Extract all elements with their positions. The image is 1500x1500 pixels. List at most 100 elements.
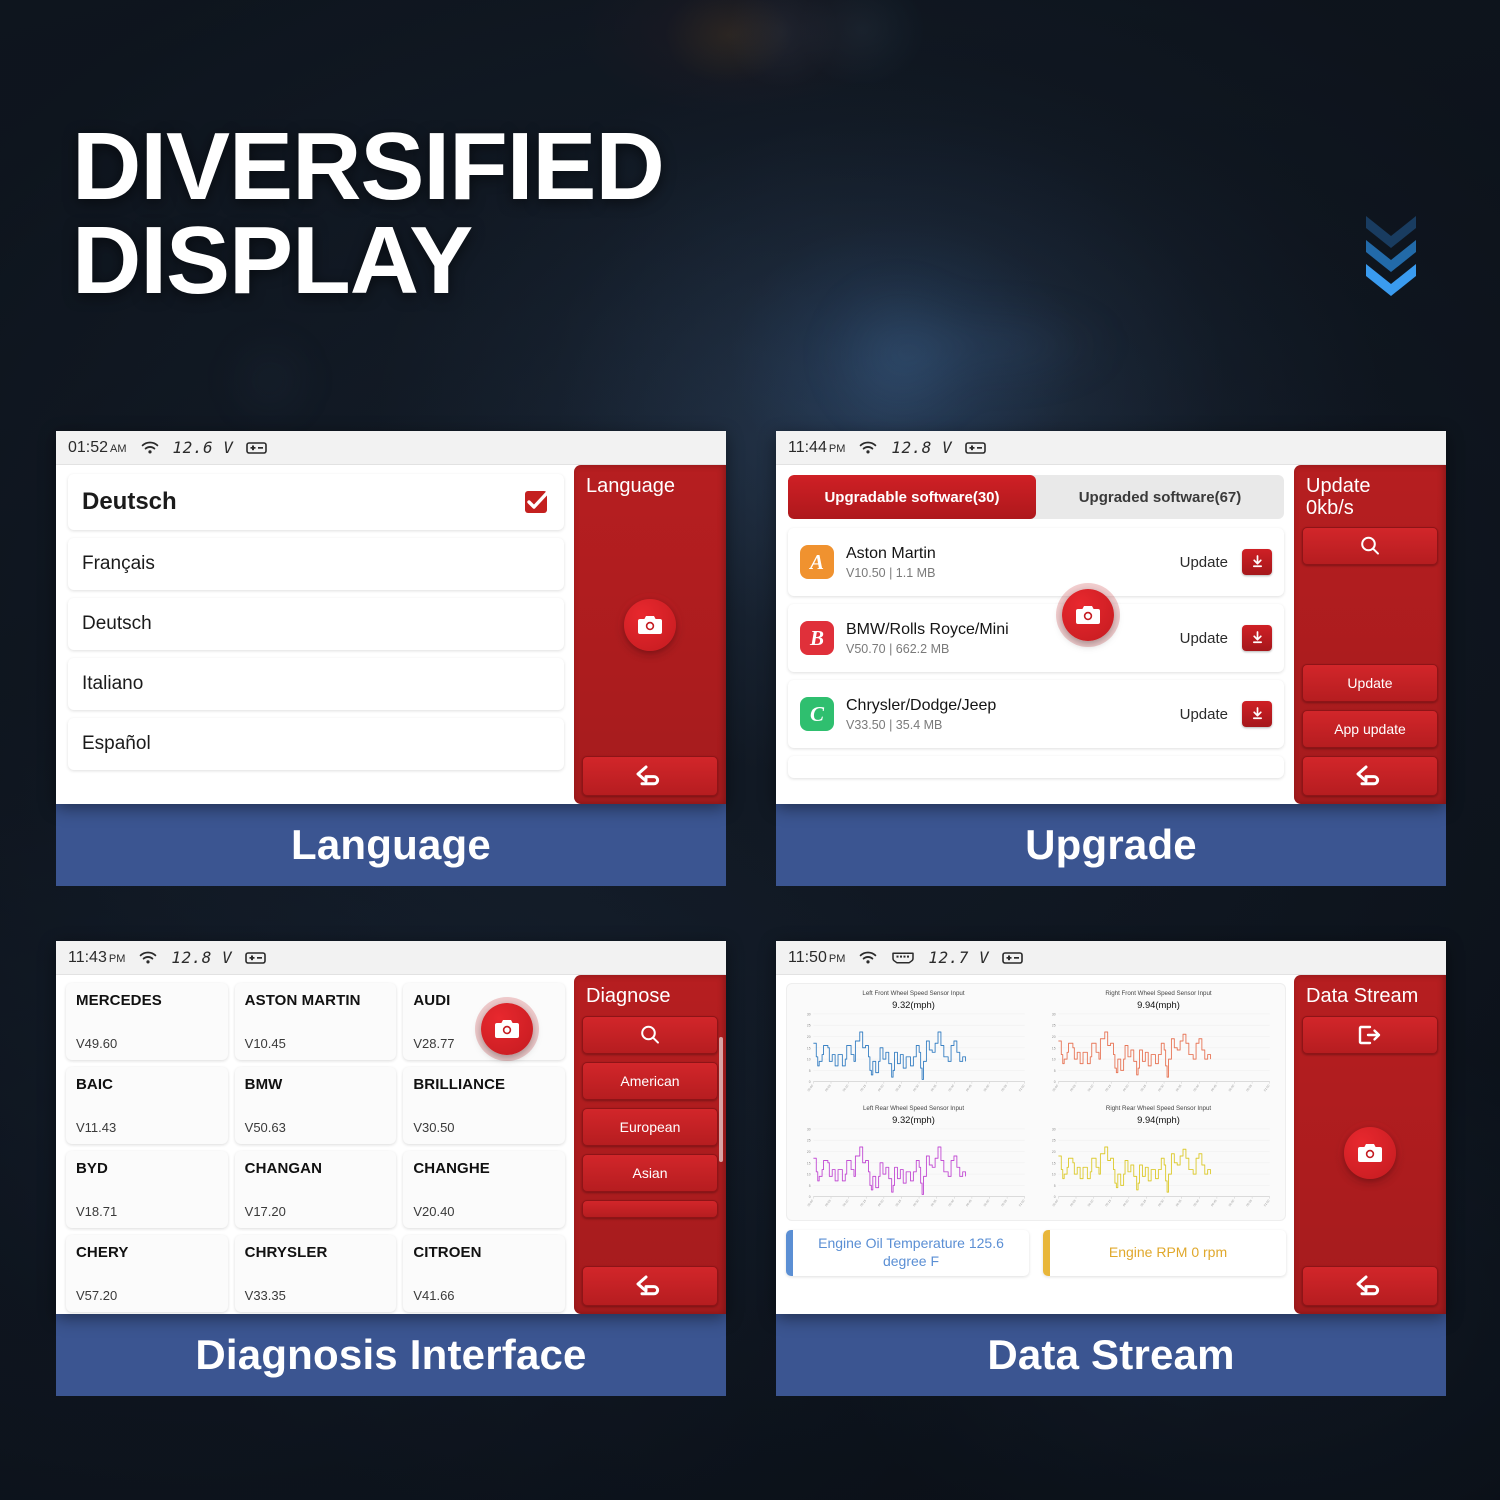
svg-text:00:10: 00:10: [1087, 1083, 1095, 1092]
svg-text:30: 30: [1052, 1127, 1056, 1131]
brand-version: V41.66: [413, 1288, 455, 1303]
exit-button[interactable]: [1302, 1015, 1438, 1054]
status-time: 11:43 PM: [68, 948, 126, 966]
upgrade-content: Upgradable software(30) Upgraded softwar…: [776, 465, 1294, 804]
brand-name: BRILLIANCE: [413, 1076, 506, 1093]
svg-text:00:05: 00:05: [824, 1083, 832, 1092]
search-button[interactable]: [1302, 527, 1438, 566]
list-item[interactable]: BAIC V11.43: [66, 1067, 228, 1144]
svg-text:00:30: 00:30: [912, 1198, 920, 1207]
brand-version: V33.35: [244, 1288, 286, 1303]
language-label: Deutsch: [82, 613, 152, 634]
list-item[interactable]: Español: [68, 718, 564, 770]
app-update-button[interactable]: App update: [1302, 710, 1438, 748]
list-item[interactable]: CHANGAN V17.20: [234, 1151, 397, 1228]
back-button[interactable]: [582, 756, 718, 796]
chart-left-front: Left Front Wheel Speed Sensor Input 9.32…: [791, 988, 1036, 1103]
camera-icon[interactable]: [1344, 1127, 1396, 1179]
back-button[interactable]: [1302, 756, 1438, 796]
checkbox-checked-icon[interactable]: [524, 489, 550, 515]
download-icon[interactable]: [1242, 701, 1272, 727]
download-icon[interactable]: [1242, 625, 1272, 651]
update-button[interactable]: Update: [1302, 664, 1438, 702]
value-label: Engine Oil Temperature 125.6 degree F: [818, 1235, 1004, 1269]
wifi-icon: [858, 950, 878, 965]
list-item[interactable]: CHANGHE V20.40: [403, 1151, 565, 1228]
filter-american-button[interactable]: American: [582, 1061, 718, 1100]
table-row[interactable]: B BMW/Rolls Royce/Mini V50.70 | 662.2 MB…: [788, 604, 1284, 672]
filter-partial-button[interactable]: [582, 1199, 718, 1218]
list-item[interactable]: ASTON MARTIN V10.45: [234, 983, 397, 1060]
svg-text:00:55: 00:55: [1245, 1083, 1253, 1092]
filter-asian-button[interactable]: Asian: [582, 1153, 718, 1192]
svg-text:20: 20: [807, 1149, 811, 1153]
list-item[interactable]: BMW V50.63: [234, 1067, 397, 1144]
svg-text:5: 5: [809, 1069, 811, 1073]
tab-upgradable[interactable]: Upgradable software(30): [788, 475, 1036, 519]
table-row[interactable]: C Chrysler/Dodge/Jeep V33.50 | 35.4 MB U…: [788, 680, 1284, 748]
svg-text:10: 10: [1052, 1057, 1056, 1061]
table-row-partial[interactable]: [788, 756, 1284, 778]
list-item[interactable]: MERCEDES V49.60: [66, 983, 228, 1060]
svg-text:00:25: 00:25: [1140, 1198, 1148, 1207]
search-button[interactable]: [582, 1015, 718, 1054]
list-item[interactable]: CHERY V57.20: [66, 1235, 228, 1312]
list-item[interactable]: Italiano: [68, 658, 564, 710]
list-item[interactable]: BYD V18.71: [66, 1151, 228, 1228]
camera-icon[interactable]: [481, 1003, 533, 1055]
svg-text:00:55: 00:55: [1245, 1198, 1253, 1207]
value-card-engine-rpm[interactable]: Engine RPM 0 rpm: [1043, 1229, 1286, 1276]
sidebar-title: Diagnose: [586, 985, 671, 1007]
datastream-sidebar: Data Stream: [1294, 975, 1446, 1314]
language-sidebar: Language: [574, 465, 726, 804]
filter-european-button[interactable]: European: [582, 1107, 718, 1146]
back-button[interactable]: [582, 1266, 718, 1306]
brand-version: V20.40: [413, 1204, 455, 1219]
svg-text:00:50: 00:50: [1228, 1083, 1236, 1092]
datastream-value-bars: Engine Oil Temperature 125.6 degree F En…: [786, 1229, 1286, 1276]
svg-text:00:15: 00:15: [859, 1083, 867, 1092]
svg-text:00:25: 00:25: [895, 1198, 903, 1207]
chart-title: Right Front Wheel Speed Sensor Input: [1105, 990, 1212, 997]
brand-name: ASTON MARTIN: [244, 992, 361, 1009]
sidebar-scrollbar[interactable]: [719, 1037, 723, 1162]
download-icon[interactable]: [1242, 549, 1272, 575]
svg-text:00:30: 00:30: [1157, 1198, 1165, 1207]
language-list-area: Deutsch Français Deutsch Italiano Españo…: [56, 465, 574, 804]
svg-text:01:00: 01:00: [1018, 1083, 1026, 1092]
camera-icon[interactable]: [1062, 589, 1114, 641]
svg-text:5: 5: [1054, 1183, 1056, 1187]
tab-upgraded[interactable]: Upgraded software(67): [1036, 475, 1284, 519]
battery-icon: [965, 441, 987, 455]
panel-caption: Language: [56, 804, 726, 886]
svg-text:00:00: 00:00: [807, 1083, 815, 1092]
software-meta: V33.50 | 35.4 MB: [846, 717, 943, 732]
svg-text:01:00: 01:00: [1263, 1083, 1271, 1092]
battery-icon: [1002, 951, 1024, 965]
list-item[interactable]: Deutsch: [68, 598, 564, 650]
software-name: Chrysler/Dodge/Jeep: [846, 696, 997, 714]
battery-icon: [245, 951, 267, 965]
list-item[interactable]: BRILLIANCE V30.50: [403, 1067, 565, 1144]
value-card-oil-temp[interactable]: Engine Oil Temperature 125.6 degree F: [786, 1229, 1029, 1276]
selected-language-row[interactable]: Deutsch: [68, 474, 564, 530]
svg-text:25: 25: [1052, 1138, 1056, 1142]
chart-right-rear: Right Rear Wheel Speed Sensor Input 9.94…: [1036, 1103, 1281, 1218]
status-bar: 11:43 PM 12.8 V: [56, 941, 726, 975]
list-item[interactable]: CHRYSLER V33.35: [234, 1235, 397, 1312]
list-item[interactable]: CITROEN V41.66: [403, 1235, 565, 1312]
svg-text:20: 20: [1052, 1149, 1056, 1153]
chart-value: 9.94(mph): [1137, 998, 1180, 1010]
language-label: Français: [82, 553, 155, 574]
camera-icon[interactable]: [624, 599, 676, 651]
svg-text:10: 10: [807, 1057, 811, 1061]
table-row[interactable]: A Aston Martin V10.50 | 1.1 MB Update: [788, 528, 1284, 596]
chart-left-rear: Left Rear Wheel Speed Sensor Input 9.32(…: [791, 1103, 1036, 1218]
list-item[interactable]: Français: [68, 538, 564, 590]
chart-right-front: Right Front Wheel Speed Sensor Input 9.9…: [1036, 988, 1281, 1103]
svg-text:00:30: 00:30: [1157, 1083, 1165, 1092]
back-button[interactable]: [1302, 1266, 1438, 1306]
chart-grid: Left Front Wheel Speed Sensor Input 9.32…: [786, 983, 1286, 1221]
status-bar: 11:50 PM 12.7 V: [776, 941, 1446, 975]
svg-text:00:05: 00:05: [1069, 1198, 1077, 1207]
